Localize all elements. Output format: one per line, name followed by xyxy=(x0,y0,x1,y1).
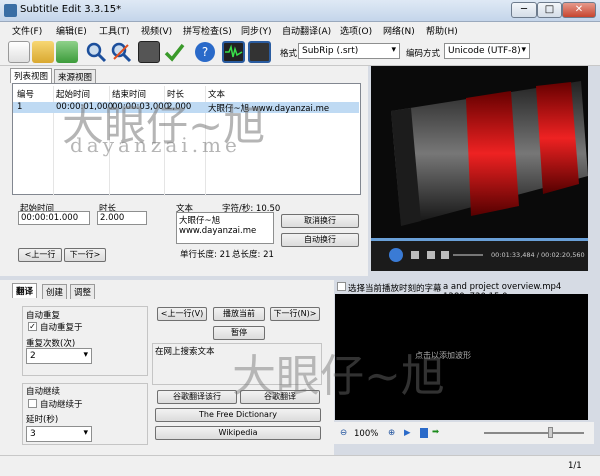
stop-waveform-icon[interactable] xyxy=(420,428,428,438)
encoding-label: 编码方式 xyxy=(406,49,441,59)
undo-line-break-button[interactable]: 取消换行 xyxy=(281,214,359,228)
prev-line-button[interactable]: <上一行 xyxy=(18,248,62,262)
waveform-controls: ⊖ 100% ⊕ ▶ ➡ xyxy=(334,422,594,444)
title-bar: Subtitle Edit 3.3.15* ─ □ ✕ xyxy=(0,0,600,22)
menu-edit[interactable]: 编辑(E) xyxy=(56,24,87,37)
maximize-button[interactable]: □ xyxy=(537,2,562,18)
auto-continue-label: 自动继续 xyxy=(26,387,61,397)
tab-create[interactable]: 创建 xyxy=(42,284,68,299)
help-icon[interactable]: ? xyxy=(194,41,216,63)
app-icon xyxy=(4,4,17,17)
play-icon[interactable] xyxy=(389,248,403,262)
toolbar: ? 格式 SubRip (.srt) 编码方式 Unicode (UTF-8) xyxy=(0,39,600,66)
subtitle-textbox[interactable]: 大眼仔~旭 www.dayanzai.me xyxy=(176,212,274,244)
next-line-button[interactable]: 下一行> xyxy=(64,248,106,262)
spellcheck-icon[interactable] xyxy=(163,41,185,63)
tab-adjust[interactable]: 调整 xyxy=(70,284,96,299)
google-translate-line-button[interactable]: 谷歌翻译该行 xyxy=(157,390,237,404)
seek-icon[interactable]: ➡ xyxy=(432,427,439,437)
start-time-input[interactable]: 00:00:01.000 xyxy=(18,211,90,225)
translate-next-button[interactable]: 下一行(N)> xyxy=(270,307,320,321)
auto-continue-on-label: 自动继续于 xyxy=(40,400,83,410)
auto-repeat-checkbox[interactable]: ✓ xyxy=(28,322,37,331)
format-label: 格式 xyxy=(280,49,298,59)
mute-icon[interactable] xyxy=(441,251,449,259)
watermark-cn-2: 大眼仔~旭 xyxy=(232,351,445,402)
translate-prev-button[interactable]: <上一行(V) xyxy=(157,307,207,321)
encoding-select[interactable]: Unicode (UTF-8) xyxy=(444,43,530,59)
video-time: 00:01:33,484 / 00:02:20,560 xyxy=(491,251,585,259)
menu-bar: 文件(F) 编辑(E) 工具(T) 视频(V) 拼写检查(S) 同步(Y) 自动… xyxy=(0,22,600,39)
stop-icon[interactable] xyxy=(411,251,419,259)
page-indicator: 1/1 xyxy=(568,461,582,471)
zoom-level: 100% xyxy=(354,429,379,439)
waveform-zoom-slider[interactable] xyxy=(484,432,584,434)
find-icon[interactable] xyxy=(85,41,107,63)
save-icon[interactable] xyxy=(56,41,78,63)
watermark-en: dayanzai.me xyxy=(70,133,241,157)
auto-repeat-label: 自动重复 xyxy=(26,311,61,321)
tab-translate[interactable]: 翻译 xyxy=(12,283,38,298)
menu-network[interactable]: 网络(N) xyxy=(383,24,415,37)
col-number[interactable]: 编号 xyxy=(17,88,34,100)
duration-input[interactable]: 2.000 xyxy=(97,211,147,225)
text-line-2: www.dayanzai.me xyxy=(179,226,257,236)
menu-help[interactable]: 帮助(H) xyxy=(426,24,458,37)
search-web-label: 在网上搜索文本 xyxy=(155,347,215,357)
wikipedia-button[interactable]: Wikipedia xyxy=(155,426,321,440)
play-current-button[interactable]: 播放当前 xyxy=(213,307,265,321)
minimize-button[interactable]: ─ xyxy=(511,2,537,18)
line-length: 单行长度: 21 xyxy=(180,250,231,260)
free-dictionary-button[interactable]: The Free Dictionary xyxy=(155,408,321,422)
delay-select[interactable]: 3 xyxy=(26,426,92,442)
play-waveform-icon[interactable]: ▶ xyxy=(404,428,411,438)
new-file-icon[interactable] xyxy=(8,41,30,63)
close-button[interactable]: ✕ xyxy=(562,2,596,18)
menu-autotranslate[interactable]: 自动翻译(A) xyxy=(282,24,331,37)
menu-sync[interactable]: 同步(Y) xyxy=(241,24,272,37)
row-number: 1 xyxy=(17,102,23,112)
auto-break-button[interactable]: 自动换行 xyxy=(281,233,359,247)
video-player[interactable]: 00:01:33,484 / 00:02:20,560 xyxy=(371,66,588,271)
volume-slider[interactable] xyxy=(453,254,483,256)
zoom-in-icon[interactable]: ⊕ xyxy=(388,428,395,438)
replace-icon[interactable] xyxy=(110,41,132,63)
video-toggle-icon[interactable] xyxy=(248,41,271,63)
window-title: Subtitle Edit 3.3.15* xyxy=(20,4,122,15)
tab-source-view[interactable]: 来源视图 xyxy=(54,69,97,84)
menu-file[interactable]: 文件(F) xyxy=(12,24,42,37)
repeat-count-select[interactable]: 2 xyxy=(26,348,92,364)
format-select[interactable]: SubRip (.srt) xyxy=(298,43,400,59)
delay-label: 延时(秒) xyxy=(26,415,59,425)
pause-button[interactable]: 暂停 xyxy=(213,326,265,340)
select-current-label: 选择当前播放时刻的字幕 xyxy=(348,284,442,294)
zoom-out-icon[interactable]: ⊖ xyxy=(340,428,347,438)
slider-thumb[interactable] xyxy=(548,427,553,438)
auto-repeat-on-label: 自动重复于 xyxy=(40,323,83,333)
select-current-checkbox[interactable] xyxy=(337,282,346,291)
menu-options[interactable]: 选项(O) xyxy=(340,24,372,37)
text-line-1: 大眼仔~旭 xyxy=(179,216,221,226)
status-bar: 1/1 xyxy=(0,455,600,476)
visual-sync-icon[interactable] xyxy=(138,41,160,63)
svg-text:?: ? xyxy=(202,45,208,59)
menu-spellcheck[interactable]: 拼写检查(S) xyxy=(183,24,232,37)
open-folder-icon[interactable] xyxy=(32,41,54,63)
menu-tools[interactable]: 工具(T) xyxy=(99,24,130,37)
fullscreen-icon[interactable] xyxy=(427,251,435,259)
total-length: 总长度: 21 xyxy=(232,250,274,260)
waveform-toggle-icon[interactable] xyxy=(222,41,245,63)
menu-video[interactable]: 视频(V) xyxy=(141,24,172,37)
video-controls: 00:01:33,484 / 00:02:20,560 xyxy=(371,241,588,271)
auto-continue-checkbox[interactable] xyxy=(28,399,37,408)
tab-list-view[interactable]: 列表视图 xyxy=(10,68,53,83)
